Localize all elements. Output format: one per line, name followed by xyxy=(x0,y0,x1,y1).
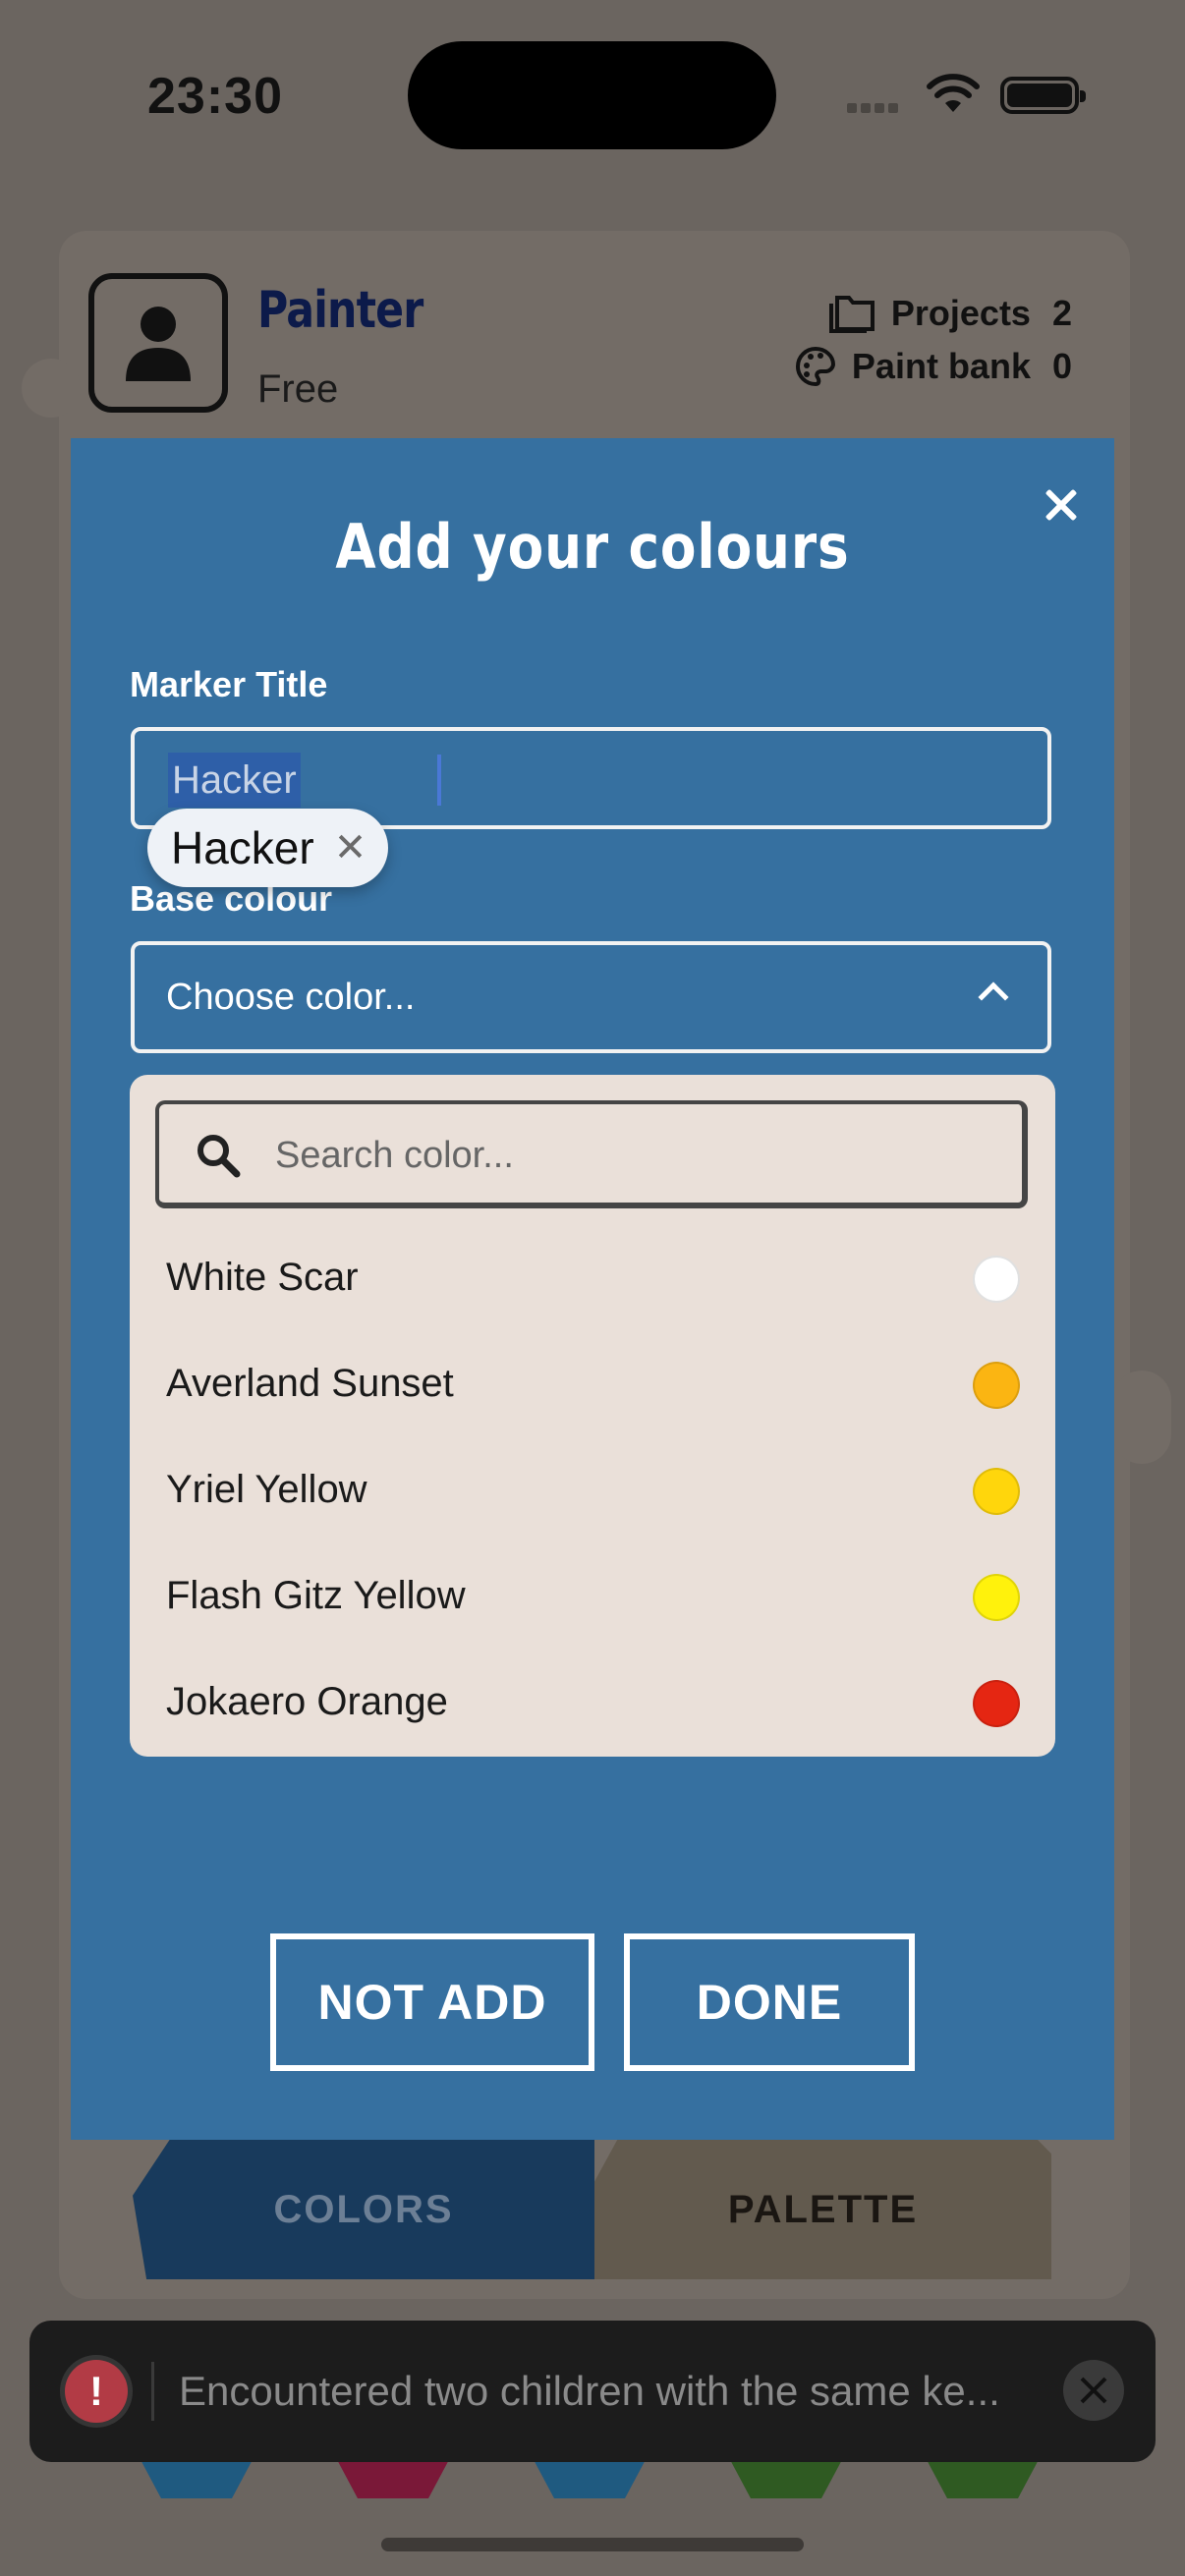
user-plan: Free xyxy=(257,367,339,411)
colour-swatch xyxy=(973,1468,1020,1515)
chevron-up-icon xyxy=(978,981,1009,1013)
colour-option[interactable]: Yriel Yellow xyxy=(130,1438,1055,1544)
side-tab xyxy=(22,359,81,418)
tab-palette[interactable]: PALETTE xyxy=(594,2140,1051,2279)
colour-search-input[interactable] xyxy=(275,1126,963,1185)
base-colour-select[interactable]: Choose color... xyxy=(131,941,1051,1053)
done-button[interactable]: DONE xyxy=(624,1933,915,2071)
colour-swatch xyxy=(973,1680,1020,1727)
user-name: Painter xyxy=(257,281,423,340)
paint-bank-stat[interactable]: Paint bank 0 xyxy=(795,346,1072,387)
wifi-icon xyxy=(927,74,980,112)
user-icon xyxy=(126,307,191,381)
modal-title: Add your colours xyxy=(335,511,850,583)
toast-divider xyxy=(151,2362,154,2421)
dynamic-island xyxy=(408,41,776,149)
search-icon xyxy=(198,1135,241,1178)
close-icon[interactable] xyxy=(1040,483,1083,527)
colour-option[interactable]: Averland Sunset xyxy=(130,1332,1055,1438)
folder-icon xyxy=(828,296,875,333)
colour-swatch xyxy=(973,1256,1020,1303)
marker-title-label: Marker Title xyxy=(130,664,328,704)
marker-title-value: Hacker xyxy=(168,753,301,808)
colour-swatch xyxy=(973,1362,1020,1409)
home-indicator[interactable] xyxy=(381,2538,804,2551)
text-caret xyxy=(437,755,441,806)
side-tab xyxy=(1112,1371,1171,1464)
colour-option-label: Jokaero Orange xyxy=(166,1680,448,1723)
error-icon: ! xyxy=(65,2360,128,2423)
colour-option[interactable]: Flash Gitz Yellow xyxy=(130,1544,1055,1651)
colour-search-box[interactable] xyxy=(155,1100,1028,1208)
toast-close-icon[interactable] xyxy=(1063,2360,1124,2421)
status-time: 23:30 xyxy=(147,68,283,125)
paint-bank-label: Paint bank xyxy=(851,346,1031,386)
status-bar: 23:30 xyxy=(0,0,1185,187)
projects-count: 2 xyxy=(1051,293,1072,333)
colour-option-label: Flash Gitz Yellow xyxy=(166,1574,466,1617)
colour-option-label: Yriel Yellow xyxy=(166,1468,367,1511)
colour-option-label: Averland Sunset xyxy=(166,1362,454,1405)
error-toast[interactable]: ! Encountered two children with the same… xyxy=(29,2321,1156,2462)
colour-option-label: White Scar xyxy=(166,1256,359,1299)
avatar[interactable] xyxy=(88,273,228,413)
suggestion-text: Hacker xyxy=(171,822,314,873)
projects-label: Projects xyxy=(890,293,1031,333)
colour-swatch xyxy=(973,1574,1020,1621)
dismiss-suggestion-icon[interactable]: ✕ xyxy=(334,825,367,870)
colour-dropdown: White Scar Averland Sunset Yriel Yellow … xyxy=(130,1075,1055,1757)
not-add-button[interactable]: NOT ADD xyxy=(270,1933,594,2071)
toast-message: Encountered two children with the same k… xyxy=(179,2368,1000,2414)
paint-bank-count: 0 xyxy=(1051,346,1072,386)
autocomplete-suggestion[interactable]: Hacker ✕ xyxy=(147,809,389,887)
palette-icon xyxy=(795,346,835,387)
base-colour-placeholder: Choose color... xyxy=(166,977,416,1018)
colour-option[interactable]: Jokaero Orange xyxy=(130,1651,1055,1757)
battery-icon xyxy=(1000,77,1086,114)
tab-colors[interactable]: COLORS xyxy=(133,2140,594,2279)
projects-stat[interactable]: Projects 2 xyxy=(828,293,1072,334)
colour-option[interactable]: White Scar xyxy=(130,1226,1055,1332)
signal-icon xyxy=(847,100,902,118)
